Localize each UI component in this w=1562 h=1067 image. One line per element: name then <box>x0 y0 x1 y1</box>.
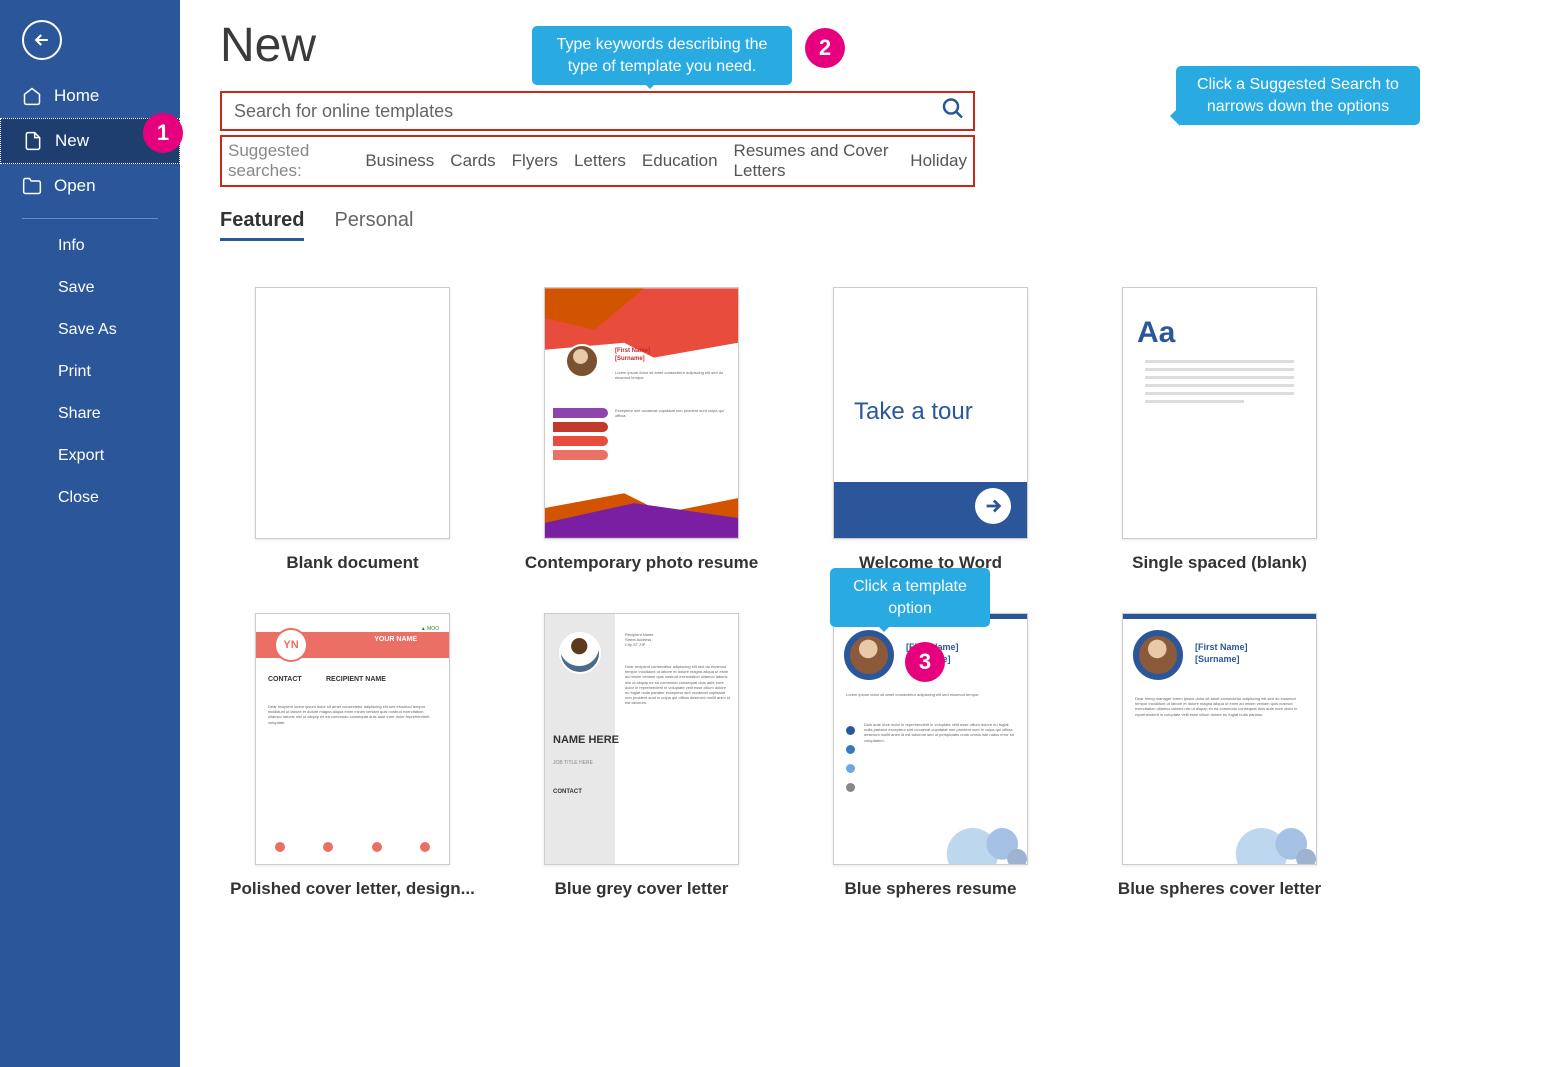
annotation-badge-1: 1 <box>143 113 183 153</box>
sidebar-item-print[interactable]: Print <box>0 351 180 393</box>
sidebar-label: Home <box>54 86 99 106</box>
page-title: New <box>220 18 1522 73</box>
suggested-holiday[interactable]: Holiday <box>910 151 967 171</box>
callout-template: Click a template option <box>830 568 990 627</box>
template-thumb: [First Name] [Surname] Dear hiring manag… <box>1122 613 1317 865</box>
back-button[interactable] <box>22 20 62 60</box>
template-label: Blank document <box>286 553 418 573</box>
callout-suggested: Click a Suggested Search to narrows down… <box>1176 66 1420 125</box>
suggested-education[interactable]: Education <box>642 151 718 171</box>
annotation-badge-3: 3 <box>905 642 945 682</box>
suggested-resumes[interactable]: Resumes and Cover Letters <box>734 141 895 181</box>
sidebar-item-home[interactable]: Home <box>0 74 180 118</box>
template-thumb: YN YOUR NAME ▲ MOO CONTACT RECIPIENT NAM… <box>255 613 450 865</box>
template-blank-document[interactable]: Blank document <box>220 287 485 573</box>
suggested-label: Suggested searches: <box>228 141 349 181</box>
template-label: Contemporary photo resume <box>525 553 758 573</box>
sidebar-item-close[interactable]: Close <box>0 477 180 519</box>
main-content: New Suggested searches: Business Cards F… <box>180 0 1562 1067</box>
home-icon <box>22 86 42 106</box>
sidebar-item-open[interactable]: Open <box>0 164 180 208</box>
template-blue-grey-cover-letter[interactable]: NAME HERE JOB TITLE HERE CONTACT Recipie… <box>509 613 774 899</box>
tabs: Featured Personal <box>220 209 1522 241</box>
template-label: Blue spheres cover letter <box>1118 879 1321 899</box>
search-input[interactable] <box>220 91 975 131</box>
annotation-badge-2: 2 <box>805 28 845 68</box>
folder-open-icon <box>22 176 42 196</box>
tab-featured[interactable]: Featured <box>220 209 304 241</box>
search-wrap <box>220 91 975 131</box>
search-icon[interactable] <box>941 97 965 126</box>
sidebar-item-share[interactable]: Share <box>0 393 180 435</box>
template-label: Single spaced (blank) <box>1132 553 1307 573</box>
sidebar-item-saveas[interactable]: Save As <box>0 309 180 351</box>
suggested-cards[interactable]: Cards <box>450 151 495 171</box>
template-thumb: Take a tour <box>833 287 1028 539</box>
document-icon <box>23 131 43 151</box>
app-root: Home New Open Info Save Save As Print Sh… <box>0 0 1562 1067</box>
suggested-business[interactable]: Business <box>365 151 434 171</box>
template-thumb: NAME HERE JOB TITLE HERE CONTACT Recipie… <box>544 613 739 865</box>
template-blue-spheres-cover-letter[interactable]: [First Name] [Surname] Dear hiring manag… <box>1087 613 1352 899</box>
sidebar: Home New Open Info Save Save As Print Sh… <box>0 0 180 1067</box>
template-contemporary-resume[interactable]: [First Name] [Surname] Lorem ipsum dolor… <box>509 287 774 573</box>
sidebar-item-export[interactable]: Export <box>0 435 180 477</box>
suggested-flyers[interactable]: Flyers <box>512 151 558 171</box>
suggested-searches: Suggested searches: Business Cards Flyer… <box>220 135 975 187</box>
suggested-letters[interactable]: Letters <box>574 151 626 171</box>
template-thumb <box>255 287 450 539</box>
tab-personal[interactable]: Personal <box>334 209 413 241</box>
template-polished-cover-letter[interactable]: YN YOUR NAME ▲ MOO CONTACT RECIPIENT NAM… <box>220 613 485 899</box>
sidebar-item-save[interactable]: Save <box>0 267 180 309</box>
template-label: Blue grey cover letter <box>555 879 729 899</box>
sidebar-label: Open <box>54 176 96 196</box>
sidebar-item-info[interactable]: Info <box>0 225 180 267</box>
callout-search: Type keywords describing the type of tem… <box>532 26 792 85</box>
sidebar-label: New <box>55 131 89 151</box>
template-thumb: Aa <box>1122 287 1317 539</box>
arrow-right-icon <box>975 488 1011 524</box>
template-label: Blue spheres resume <box>845 879 1017 899</box>
arrow-left-icon <box>32 30 52 50</box>
divider <box>22 218 158 219</box>
template-thumb: [First Name] [Surname] Lorem ipsum dolor… <box>544 287 739 539</box>
template-label: Polished cover letter, design... <box>230 879 475 899</box>
template-single-spaced[interactable]: Aa Single spaced (blank) <box>1087 287 1352 573</box>
template-welcome-to-word[interactable]: Take a tour Welcome to Word <box>798 287 1063 573</box>
